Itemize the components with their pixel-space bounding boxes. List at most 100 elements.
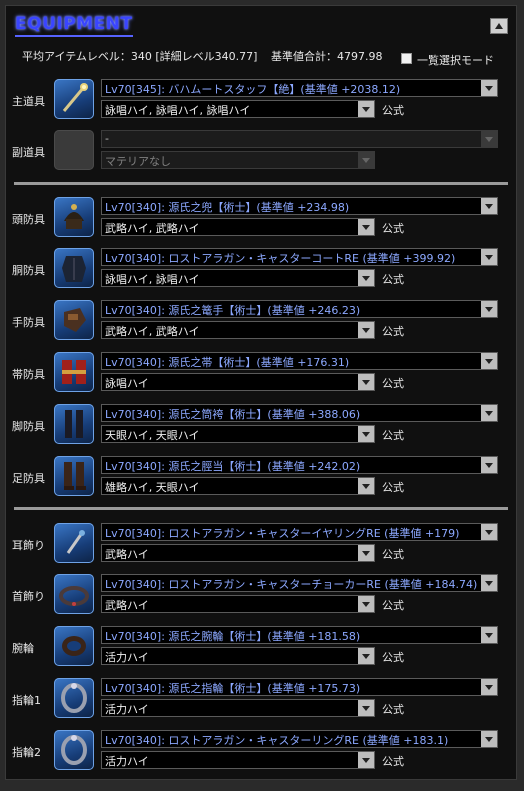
equipment-slot-row: 頭防具 Lv70[340]: 源氏之兜【術士】(基準値 +234.98) 武略ハイ,… [6, 196, 518, 248]
chevron-down-icon[interactable] [358, 478, 374, 494]
item-select[interactable]: - [101, 130, 498, 148]
chevron-down-icon[interactable] [358, 322, 374, 338]
item-select-value: Lv70[340]: 源氏之帯【術士】(基準値 +176.31) [105, 356, 350, 369]
item-select[interactable]: Lv70[340]: 源氏之兜【術士】(基準値 +234.98) [101, 197, 498, 215]
item-select-value: Lv70[340]: 源氏之指輪【術士】(基準値 +175.73) [105, 682, 361, 695]
collapse-button[interactable] [490, 18, 508, 34]
chevron-down-icon[interactable] [358, 426, 374, 442]
materia-select[interactable]: マテリアなし [101, 151, 375, 169]
official-link[interactable]: 公式 [382, 271, 404, 287]
equipment-slot-row: 足防具 Lv70[340]: 源氏之脛当【術士】(基準値 +242.02) 雄略ハイ… [6, 455, 518, 507]
item-select[interactable]: Lv70[340]: 源氏之脛当【術士】(基準値 +242.02) [101, 456, 498, 474]
item-select[interactable]: Lv70[345]: バハムートスタッフ【絶】(基準値 +2038.12) [101, 79, 498, 97]
item-select[interactable]: Lv70[340]: 源氏之篭手【術士】(基準値 +246.23) [101, 300, 498, 318]
slot-label: 頭防具 [12, 213, 45, 226]
materia-select-value: 詠唱ハイ, 詠唱ハイ, 詠唱ハイ [105, 104, 251, 117]
materia-select[interactable]: 武略ハイ [101, 595, 375, 613]
materia-select[interactable]: 活力ハイ [101, 647, 375, 665]
chevron-down-icon[interactable] [358, 596, 374, 612]
chevron-down-icon[interactable] [481, 131, 497, 147]
item-select[interactable]: Lv70[340]: 源氏之筒袴【術士】(基準値 +388.06) [101, 404, 498, 422]
item-select[interactable]: Lv70[340]: ロストアラガン・キャスターリングRE (基準値 +183.… [101, 730, 498, 748]
item-select-value: Lv70[340]: 源氏之脛当【術士】(基準値 +242.02) [105, 460, 361, 473]
official-link[interactable]: 公式 [382, 323, 404, 339]
collapse-triangle-icon [495, 23, 503, 29]
materia-select[interactable]: 武略ハイ, 武略ハイ [101, 321, 375, 339]
official-link[interactable]: 公式 [382, 649, 404, 665]
ring-icon [54, 678, 94, 718]
official-link[interactable]: 公式 [382, 427, 404, 443]
materia-select[interactable]: 詠唱ハイ [101, 373, 375, 391]
slot-label: 耳飾り [12, 539, 45, 552]
chevron-down-icon[interactable] [481, 731, 497, 747]
equipment-slot-row: 胴防具 Lv70[340]: ロストアラガン・キャスターコートRE (基準値 +3… [6, 247, 518, 299]
materia-select[interactable]: 活力ハイ [101, 751, 375, 769]
official-link[interactable]: 公式 [382, 753, 404, 769]
materia-select-value: 活力ハイ [105, 651, 149, 664]
item-select-value: Lv70[345]: バハムートスタッフ【絶】(基準値 +2038.12) [105, 83, 401, 96]
slot-label: 指輪1 [12, 694, 41, 707]
materia-select[interactable]: 活力ハイ [101, 699, 375, 717]
chevron-down-icon[interactable] [481, 524, 497, 540]
materia-select-value: 武略ハイ, 武略ハイ [105, 222, 200, 235]
official-link[interactable]: 公式 [382, 479, 404, 495]
item-select[interactable]: Lv70[340]: 源氏之腕輪【術士】(基準値 +181.58) [101, 626, 498, 644]
materia-select[interactable]: 詠唱ハイ, 詠唱ハイ, 詠唱ハイ [101, 100, 375, 118]
chevron-down-icon[interactable] [358, 101, 374, 117]
materia-select[interactable]: 武略ハイ [101, 544, 375, 562]
slot-label: 指輪2 [12, 746, 41, 759]
chevron-down-icon[interactable] [358, 270, 374, 286]
helmet-icon [54, 197, 94, 237]
section-divider [14, 182, 508, 185]
equipment-slot-row: 手防具 Lv70[340]: 源氏之篭手【術士】(基準値 +246.23) 武略ハイ… [6, 299, 518, 351]
materia-select-value: 天眼ハイ, 天眼ハイ [105, 429, 200, 442]
item-select-value: Lv70[340]: 源氏之篭手【術士】(基準値 +246.23) [105, 304, 361, 317]
chevron-down-icon[interactable] [358, 545, 374, 561]
item-select[interactable]: Lv70[340]: 源氏之指輪【術士】(基準値 +175.73) [101, 678, 498, 696]
bulk-mode-label: 一覧選択モード [417, 54, 494, 67]
item-select-value: Lv70[340]: 源氏之腕輪【術士】(基準値 +181.58) [105, 630, 361, 643]
necklace-icon [54, 574, 94, 614]
item-select[interactable]: Lv70[340]: ロストアラガン・キャスターイヤリングRE (基準値 +17… [101, 523, 498, 541]
chevron-down-icon[interactable] [481, 301, 497, 317]
item-select[interactable]: Lv70[340]: ロストアラガン・キャスターチョーカーRE (基準値 +18… [101, 574, 498, 592]
chevron-down-icon[interactable] [358, 648, 374, 664]
materia-select[interactable]: 天眼ハイ, 天眼ハイ [101, 425, 375, 443]
materia-select-value: 活力ハイ [105, 755, 149, 768]
official-link[interactable]: 公式 [382, 546, 404, 562]
chevron-down-icon[interactable] [481, 457, 497, 473]
chevron-down-icon[interactable] [358, 752, 374, 768]
official-link[interactable]: 公式 [382, 220, 404, 236]
chevron-down-icon[interactable] [481, 679, 497, 695]
equipment-panel: EQUIPMENT 平均アイテムレベル：340 [詳細レベル340.77] 基準… [5, 5, 517, 780]
bulk-mode-checkbox[interactable] [401, 53, 412, 64]
item-select[interactable]: Lv70[340]: 源氏之帯【術士】(基準値 +176.31) [101, 352, 498, 370]
slot-label: 帯防具 [12, 368, 45, 381]
slot-label: 足防具 [12, 472, 45, 485]
chevron-down-icon[interactable] [481, 198, 497, 214]
materia-select[interactable]: 詠唱ハイ, 詠唱ハイ [101, 269, 375, 287]
official-link[interactable]: 公式 [382, 375, 404, 391]
chevron-down-icon[interactable] [358, 700, 374, 716]
chevron-down-icon[interactable] [481, 249, 497, 265]
chevron-down-icon[interactable] [481, 80, 497, 96]
chevron-down-icon[interactable] [481, 353, 497, 369]
official-link[interactable]: 公式 [382, 701, 404, 717]
item-select[interactable]: Lv70[340]: ロストアラガン・キャスターコートRE (基準値 +399.… [101, 248, 498, 266]
official-link[interactable]: 公式 [382, 102, 404, 118]
equipment-slot-row: 脚防具 Lv70[340]: 源氏之筒袴【術士】(基準値 +388.06) 天眼ハイ… [6, 403, 518, 455]
materia-select[interactable]: 武略ハイ, 武略ハイ [101, 218, 375, 236]
chevron-down-icon[interactable] [358, 374, 374, 390]
slot-label: 首飾り [12, 590, 45, 603]
slot-label: 胴防具 [12, 264, 45, 277]
chevron-down-icon[interactable] [481, 627, 497, 643]
official-link[interactable]: 公式 [382, 597, 404, 613]
body-armor-icon [54, 248, 94, 288]
chevron-down-icon[interactable] [481, 405, 497, 421]
materia-select[interactable]: 雄略ハイ, 天眼ハイ [101, 477, 375, 495]
chevron-down-icon[interactable] [481, 575, 497, 591]
equipment-slot-row: 首飾り Lv70[340]: ロストアラガン・キャスターチョーカーRE (基準値 … [6, 573, 518, 625]
chevron-down-icon[interactable] [358, 219, 374, 235]
belt-icon [54, 352, 94, 392]
chevron-down-icon[interactable] [358, 152, 374, 168]
